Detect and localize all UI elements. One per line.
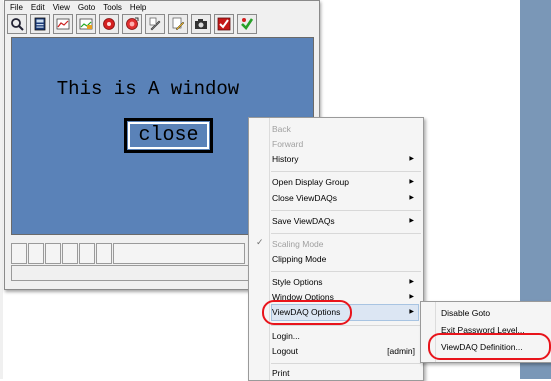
menu-item-label: Scaling Mode [272, 239, 324, 249]
red-gauge-plus-button[interactable] [122, 14, 142, 34]
menu-item-label: Save ViewDAQs [272, 216, 335, 226]
menu-item-open-display-group[interactable]: Open Display Group ▶ [272, 175, 419, 190]
menu-item-label: Login... [272, 331, 300, 341]
submenu-arrow-icon: ▶ [409, 279, 414, 285]
status-cell [11, 243, 27, 264]
menu-item-label: Open Display Group [272, 177, 350, 187]
green-check-icon [241, 18, 254, 31]
status-cell [96, 243, 112, 264]
menu-separator [271, 210, 421, 211]
submenu-arrow-icon: ▶ [409, 218, 414, 224]
menu-separator [271, 325, 421, 326]
annotation-oval-viewdaq-options [262, 300, 352, 325]
menu-item-style-options[interactable]: Style Options ▶ [272, 275, 419, 290]
menu-item-save-viewdaqs[interactable]: Save ViewDAQs ▶ [272, 214, 419, 229]
menu-tools[interactable]: Tools [103, 2, 122, 14]
script-icon [149, 17, 161, 31]
menu-help[interactable]: Help [130, 2, 146, 14]
chart-edit-icon [79, 18, 93, 30]
check-icon: ✓ [256, 237, 264, 247]
camera-icon [195, 19, 207, 29]
submenu-item-disable-goto[interactable]: Disable Goto [441, 306, 490, 321]
camera-button[interactable] [191, 14, 211, 34]
menu-item-forward: Forward [272, 137, 419, 152]
menu-separator [271, 271, 421, 272]
menu-item-label: History [272, 154, 299, 164]
menu-separator [271, 363, 421, 364]
submenu-arrow-icon: ▶ [409, 179, 414, 185]
menu-item-history[interactable]: History ▶ [272, 152, 419, 167]
menu-bar: File Edit View Goto Tools Help [10, 2, 146, 14]
red-gauge-button[interactable] [99, 14, 119, 34]
red-check-button[interactable] [214, 14, 234, 34]
status-cell [45, 243, 61, 264]
left-edge [0, 0, 3, 379]
status-bar [11, 243, 245, 264]
toolbar [7, 14, 257, 36]
menu-item-close-viewdaqs[interactable]: Close ViewDAQs ▶ [272, 191, 419, 206]
green-check-button[interactable] [237, 14, 257, 34]
menu-item-scaling-mode: Scaling Mode [272, 237, 419, 252]
submenu-arrow-icon: ▶ [409, 156, 414, 162]
chart-button[interactable] [53, 14, 73, 34]
menu-separator [271, 233, 421, 234]
menu-item-label: Style Options [272, 277, 323, 287]
submenu-arrow-icon: ▶ [409, 294, 414, 300]
menu-item-label: Clipping Mode [272, 254, 327, 264]
status-cell [79, 243, 95, 264]
status-cell [28, 243, 44, 264]
menu-item-label: Print [272, 368, 290, 378]
calculator-button[interactable] [30, 14, 50, 34]
script-button[interactable] [145, 14, 165, 34]
annotation-oval-viewdaq-definition [428, 333, 551, 360]
logout-user-label: [admin] [387, 346, 415, 356]
menu-item-login[interactable]: Login... [272, 329, 419, 344]
status-cell [62, 243, 78, 264]
magnify-icon [11, 18, 24, 31]
magnify-button[interactable] [7, 14, 27, 34]
menu-item-clipping-mode[interactable]: Clipping Mode [272, 252, 419, 267]
chart-edit-button[interactable] [76, 14, 96, 34]
submenu-arrow-icon: ▶ [409, 309, 414, 315]
menu-file[interactable]: File [10, 2, 23, 14]
menu-item-label: Forward [272, 139, 304, 149]
submenu-arrow-icon: ▶ [409, 195, 414, 201]
menu-edit[interactable]: Edit [31, 2, 45, 14]
menu-item-label: Back [272, 124, 291, 134]
context-menu: Back Forward History ▶ Open Display Group… [248, 117, 424, 381]
script-edit-icon [172, 17, 185, 31]
status-wide-cell [113, 243, 245, 264]
script-edit-button[interactable] [168, 14, 188, 34]
menu-item-label: Logout [272, 346, 298, 356]
chart-icon [56, 18, 70, 30]
menu-item-back: Back [272, 122, 419, 137]
calculator-icon [34, 17, 46, 31]
menu-item-logout[interactable]: Logout [admin] [272, 344, 419, 359]
menu-gutter-line [269, 118, 270, 380]
menu-view[interactable]: View [53, 2, 70, 14]
close-button[interactable]: close [124, 118, 213, 153]
menu-item-label: Close ViewDAQs [272, 193, 338, 203]
red-gauge-icon [103, 18, 115, 30]
canvas-title: This is A window [56, 78, 240, 100]
menu-separator [271, 171, 421, 172]
red-gauge-plus-icon [126, 17, 139, 30]
menu-goto[interactable]: Goto [78, 2, 95, 14]
red-check-icon [217, 17, 231, 31]
